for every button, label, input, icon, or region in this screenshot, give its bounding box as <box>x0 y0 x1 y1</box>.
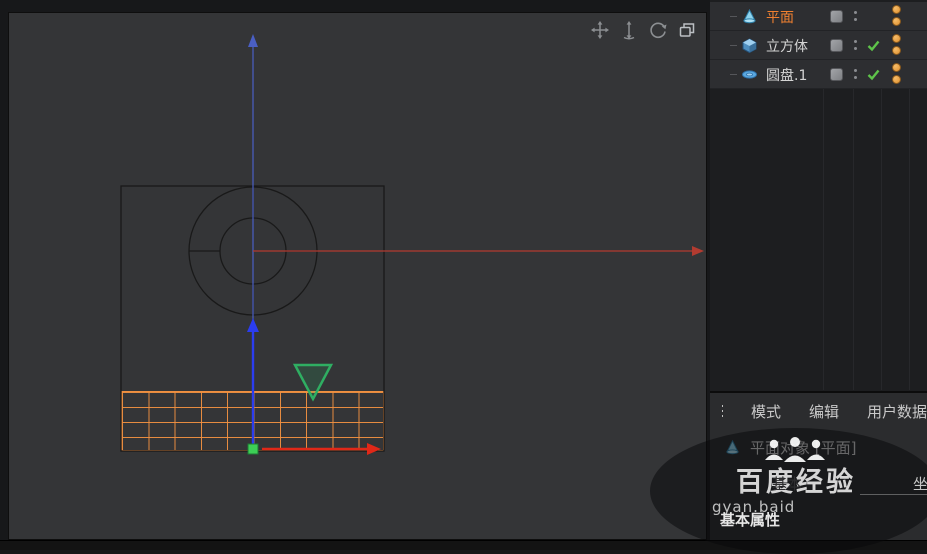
attribute-menu-bar: 模式 编辑 用户数据 <box>710 393 927 429</box>
viewport[interactable] <box>8 12 707 540</box>
object-list: 平面 立方体 <box>710 2 927 89</box>
layer-square-icon[interactable] <box>830 39 843 52</box>
object-row[interactable]: 平面 <box>710 2 927 31</box>
pan-icon[interactable] <box>590 20 610 40</box>
visibility-dots-icon[interactable] <box>854 11 857 21</box>
object-label[interactable]: 立方体 <box>766 36 808 56</box>
visibility-dots-icon[interactable] <box>854 40 857 50</box>
object-row[interactable]: 圆盘.1 <box>710 60 927 89</box>
viewport-toolbar <box>590 20 697 40</box>
render-visibility-dots-icon[interactable] <box>892 5 901 26</box>
viewport-canvas <box>9 13 708 541</box>
layer-square-icon[interactable] <box>830 10 843 23</box>
gizmo-y-axis-handle[interactable] <box>247 318 259 444</box>
maximize-icon[interactable] <box>677 20 697 40</box>
render-visibility-dots-icon[interactable] <box>892 34 901 55</box>
tab-coordinates[interactable]: 坐 <box>913 473 927 494</box>
world-x-axis <box>253 246 704 256</box>
menu-mode[interactable]: 模式 <box>751 401 781 422</box>
tab-basic[interactable]: 基本 <box>772 473 802 494</box>
gizmo-x-axis-handle[interactable] <box>262 443 381 455</box>
cube-icon <box>741 37 758 54</box>
tree-connector <box>730 74 737 75</box>
rotate-icon[interactable] <box>648 20 668 40</box>
object-row[interactable]: 立方体 <box>710 31 927 60</box>
tab-underline <box>860 494 927 495</box>
hamburger-menu-icon[interactable] <box>722 405 723 417</box>
visibility-dots-icon[interactable] <box>854 69 857 79</box>
enabled-check-icon[interactable] <box>866 67 881 82</box>
layer-square-icon[interactable] <box>830 68 843 81</box>
disc-icon <box>741 66 758 83</box>
menu-edit[interactable]: 编辑 <box>809 401 839 422</box>
gizmo-origin-handle[interactable] <box>248 444 258 454</box>
plane-icon <box>741 8 758 25</box>
zoom-icon[interactable] <box>619 20 639 40</box>
object-label[interactable]: 平面 <box>766 7 794 27</box>
tree-connector <box>730 16 737 17</box>
enabled-check-icon[interactable] <box>866 38 881 53</box>
tree-connector <box>730 45 737 46</box>
polygon-normal-marker <box>295 365 331 399</box>
section-title-basic-properties: 基本属性 <box>720 509 780 530</box>
object-label[interactable]: 圆盘.1 <box>766 65 807 85</box>
render-visibility-dots-icon[interactable] <box>892 63 901 84</box>
menu-user-data[interactable]: 用户数据 <box>867 401 927 422</box>
